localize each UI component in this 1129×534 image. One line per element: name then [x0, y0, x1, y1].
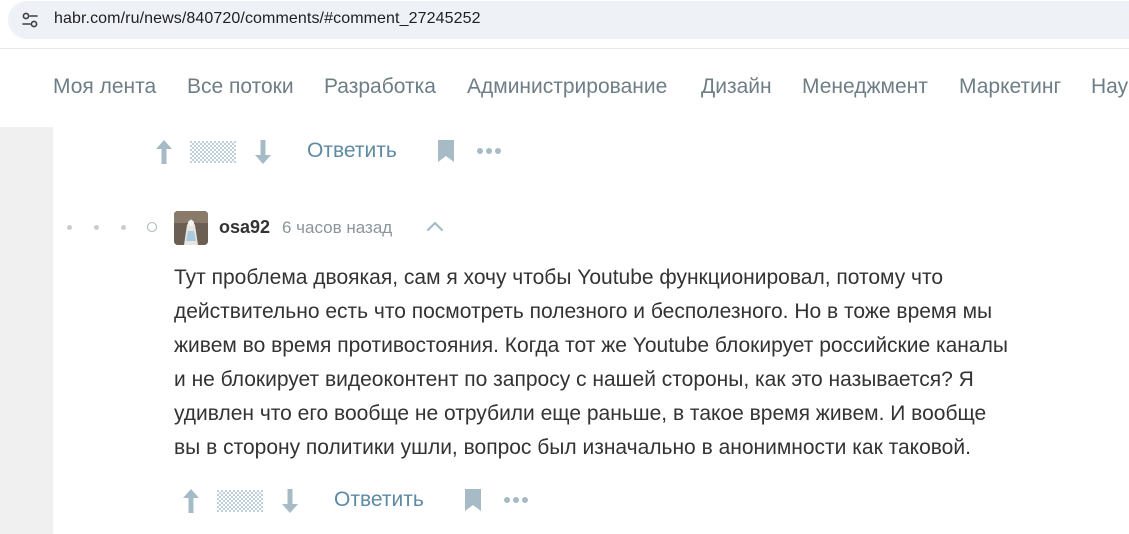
nav-item-development[interactable]: Разработка — [324, 75, 436, 99]
nav-item-my-feed[interactable]: Моя лента — [53, 75, 156, 99]
browser-toolbar: habr.com/ru/news/840720/comments/#commen… — [0, 0, 1129, 48]
comment-line: живем во время противостояния. Когда тот… — [174, 334, 1008, 357]
nav-item-design[interactable]: Дизайн — [701, 75, 772, 99]
bookmark-icon[interactable] — [437, 139, 455, 163]
comment-time[interactable]: 6 часов назад — [282, 218, 392, 238]
prev-comment-actions: Ответить — [150, 137, 570, 167]
bookmark-icon[interactable] — [464, 488, 482, 512]
flows-nav: Моя лента Все потоки Разработка Админист… — [0, 48, 1129, 128]
comment-line: вы в сторону политики ушли, вопрос был и… — [174, 436, 971, 459]
site-settings-icon[interactable] — [20, 10, 40, 30]
thread-current-marker — [147, 222, 157, 232]
thread-level-dot — [94, 225, 99, 230]
arrow-down-icon[interactable] — [254, 139, 272, 165]
nav-item-all-flows[interactable]: Все потоки — [187, 75, 294, 99]
comment-line: удивлен что его вообще не отрубили еще р… — [174, 402, 987, 425]
more-icon[interactable] — [503, 496, 529, 504]
thread-level-dot — [67, 225, 72, 230]
thread-level-dot — [121, 225, 126, 230]
nav-item-marketing[interactable]: Маркетинг — [959, 75, 1061, 99]
nav-item-administration[interactable]: Администрирование — [467, 75, 667, 99]
comment-body: Тут проблема двоякая, сам я хочу чтобы Y… — [174, 261, 1114, 465]
avatar[interactable] — [174, 211, 208, 245]
more-icon[interactable] — [476, 147, 502, 155]
comment-actions: Ответить — [177, 486, 597, 516]
nav-item-management[interactable]: Менеджмент — [802, 75, 928, 99]
chevron-up-icon[interactable] — [426, 220, 444, 232]
arrow-down-icon[interactable] — [281, 488, 299, 514]
comment-line: и не блокирует видеоконтент по запросу с… — [174, 368, 974, 391]
arrow-up-icon[interactable] — [155, 139, 173, 165]
reply-button[interactable]: Ответить — [334, 488, 424, 512]
hidden-score-icon — [190, 141, 236, 163]
page-gutter — [0, 127, 53, 534]
comment-line: действительно есть что посмотреть полезн… — [174, 300, 993, 323]
url-text[interactable]: habr.com/ru/news/840720/comments/#commen… — [54, 10, 481, 28]
address-bar[interactable]: habr.com/ru/news/840720/comments/#commen… — [8, 1, 1129, 39]
reply-button[interactable]: Ответить — [307, 139, 397, 163]
hidden-score-icon — [217, 490, 263, 512]
arrow-up-icon[interactable] — [182, 488, 200, 514]
comments-section: Ответить osa92 6 часов назад Тут проблем… — [0, 127, 1129, 534]
nav-item-science[interactable]: Нау — [1091, 75, 1128, 99]
comment-line: Тут проблема двоякая, сам я хочу чтобы Y… — [174, 266, 944, 289]
comment-author[interactable]: osa92 — [219, 217, 270, 238]
